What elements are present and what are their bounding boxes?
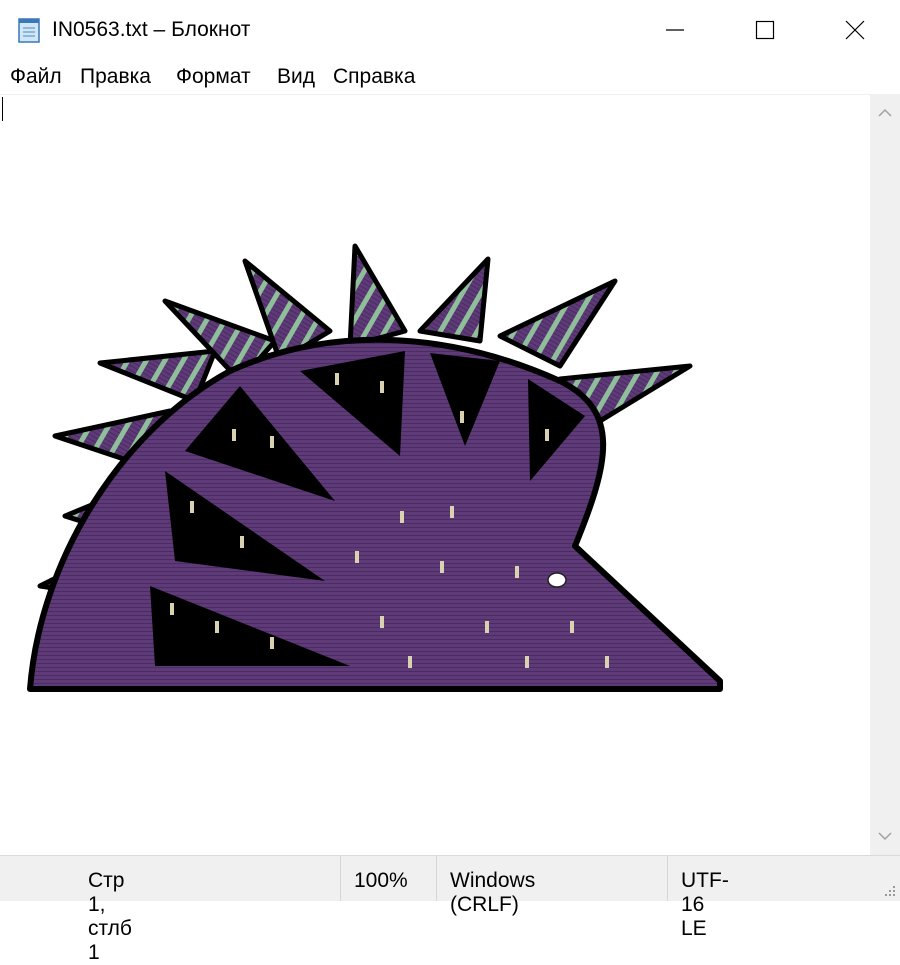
zoom-level: 100% <box>354 869 408 892</box>
chevron-down-icon <box>878 832 892 841</box>
minimize-button[interactable] <box>630 0 720 60</box>
scroll-down-button[interactable] <box>870 821 900 851</box>
status-segment-zoom: 100% <box>340 856 408 901</box>
line-ending: Windows (CRLF) <box>450 869 536 916</box>
chevron-up-icon <box>878 108 892 117</box>
hedgehog-ascii-art <box>27 243 723 692</box>
maximize-button[interactable] <box>720 0 810 60</box>
scroll-up-button[interactable] <box>870 98 900 128</box>
menu-view[interactable]: Вид <box>277 65 315 89</box>
cursor-position: Стр 1, стлб 1 <box>88 869 132 964</box>
status-segment-line-ending: Windows (CRLF) <box>436 856 535 916</box>
menu-format[interactable]: Формат <box>176 65 251 89</box>
close-icon <box>845 20 865 40</box>
menu-bar: Файл Правка Формат Вид Справка <box>0 60 900 94</box>
menu-file[interactable]: Файл <box>10 65 62 89</box>
minimize-icon <box>666 29 684 31</box>
window-title: IN0563.txt – Блокнот <box>52 18 251 41</box>
menu-help[interactable]: Справка <box>333 65 415 89</box>
text-editor[interactable] <box>0 94 870 856</box>
title-bar: IN0563.txt – Блокнот <box>0 0 900 60</box>
resize-grip-icon[interactable] <box>882 883 896 897</box>
vertical-scrollbar[interactable] <box>870 94 900 855</box>
menu-edit[interactable]: Правка <box>80 65 151 89</box>
hedgehog-eye <box>547 572 567 588</box>
status-bar: Стр 1, стлб 1 100% Windows (CRLF) UTF-16… <box>0 855 900 964</box>
encoding: UTF-16 LE <box>681 869 729 940</box>
status-segment-encoding: UTF-16 LE <box>667 856 729 940</box>
notepad-icon <box>18 18 40 43</box>
maximize-icon <box>755 20 775 40</box>
close-button[interactable] <box>810 0 900 60</box>
